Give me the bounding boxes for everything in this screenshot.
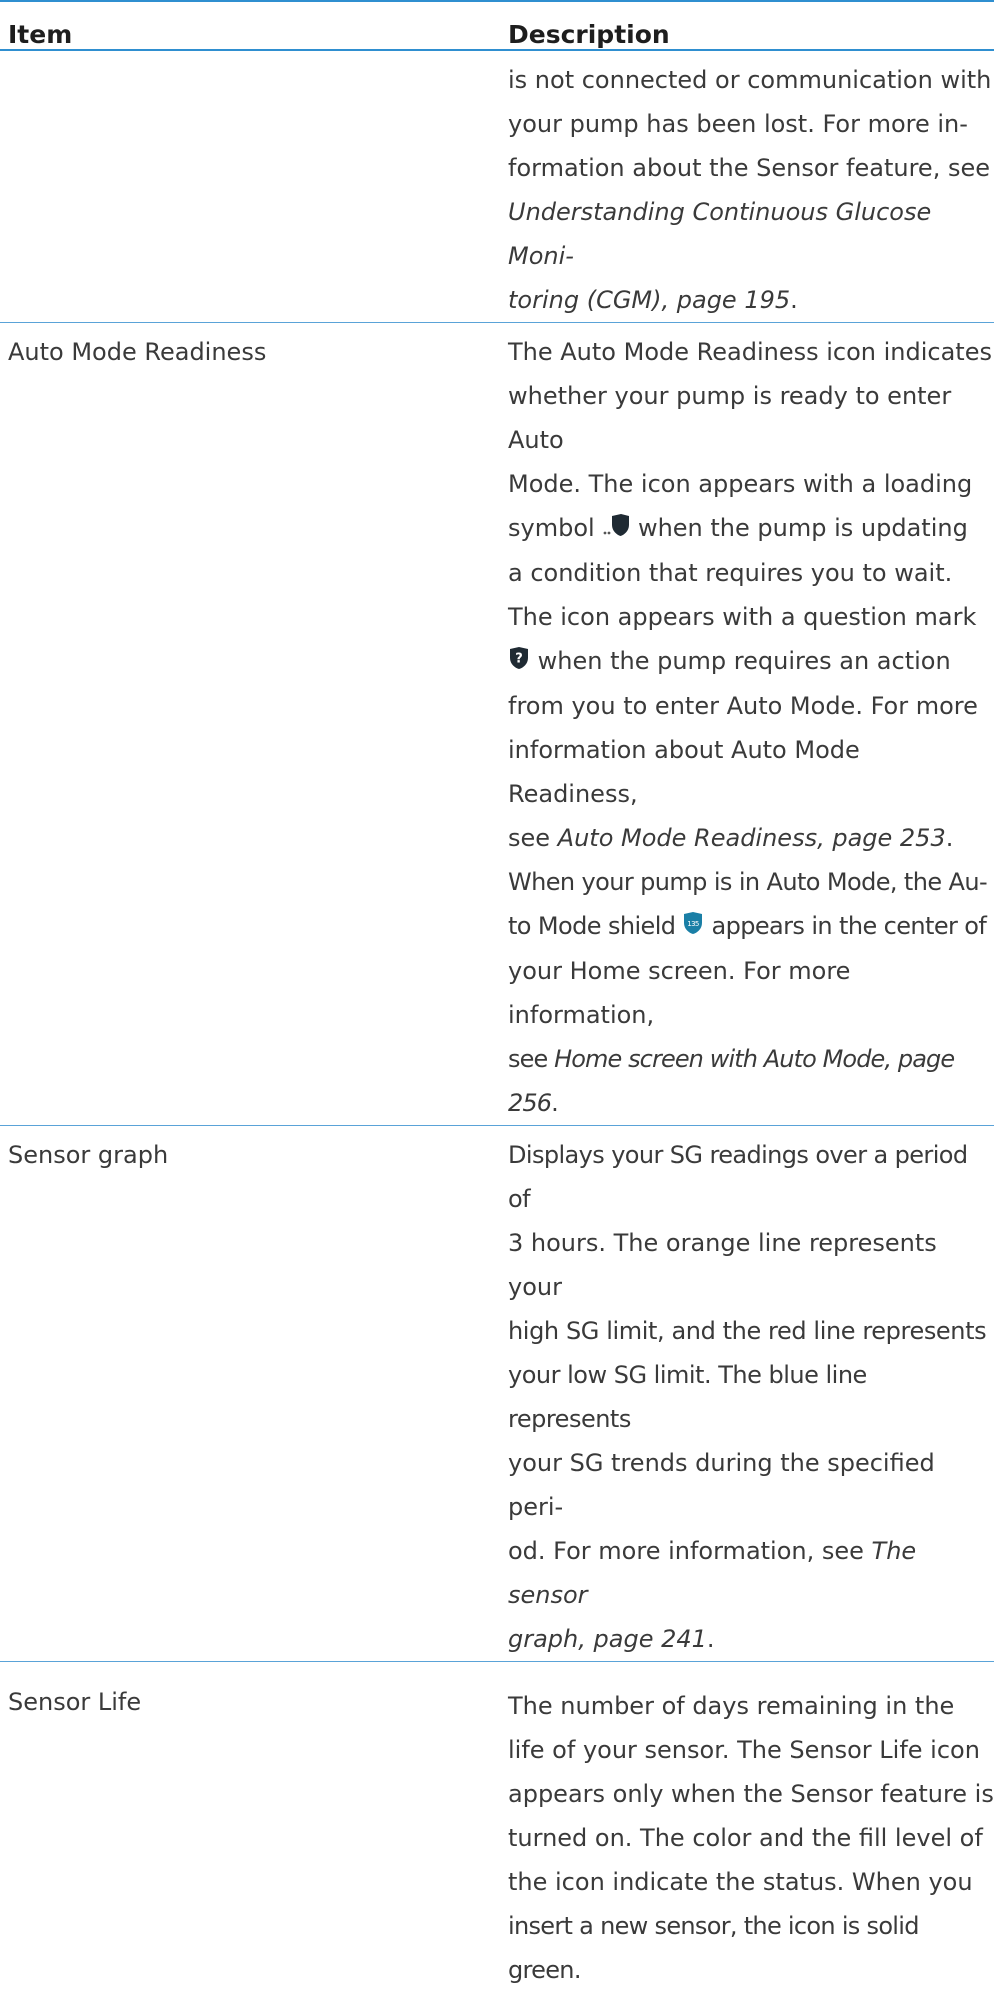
text-line: whether your pump is ready to enter Auto bbox=[508, 374, 994, 462]
reference-link[interactable]: Auto Mode Readiness, page 253 bbox=[558, 824, 946, 852]
text-fragment: . bbox=[551, 1089, 558, 1117]
text-fragment: od. For more information, see bbox=[508, 1537, 872, 1565]
reference-link[interactable]: Home screen with Auto Mode, page 256 bbox=[508, 1045, 954, 1117]
description-cell: is not connected or communication with y… bbox=[500, 50, 994, 323]
text-line: The icon appears with a question mark bbox=[508, 595, 994, 639]
table-row: is not connected or communication with y… bbox=[0, 50, 994, 323]
text-line: from you to enter Auto Mode. For more bbox=[508, 684, 994, 728]
text-line: high SG limit, and the red line represen… bbox=[508, 1309, 994, 1353]
text-line: ? when the pump requires an action bbox=[508, 639, 994, 684]
text-line: to Mode shield 135 appears in the center… bbox=[508, 904, 994, 949]
text-line: When your pump is in Auto Mode, the Au- bbox=[508, 860, 994, 904]
table-header-row: Item Description bbox=[0, 1, 994, 50]
text-fragment: when the pump requires an action bbox=[538, 647, 951, 675]
text-fragment: see bbox=[508, 1045, 554, 1073]
text-fragment: . bbox=[790, 286, 798, 314]
auto-mode-shield-icon: 135 bbox=[682, 905, 704, 949]
header-description: Description bbox=[500, 1, 994, 50]
text-fragment: symbol bbox=[508, 514, 595, 542]
description-cell: The Auto Mode Readiness icon indicates w… bbox=[500, 323, 994, 1126]
text-fragment: . bbox=[707, 1625, 715, 1653]
text-fragment: when the pump is updating bbox=[638, 514, 968, 542]
text-line: your pump has been lost. For more in- bbox=[508, 102, 994, 146]
text-line: The number of days remaining in the bbox=[508, 1684, 994, 1728]
text-line: turned on. The color and the fill level … bbox=[508, 1816, 994, 1860]
text-line: your low SG limit. The blue line represe… bbox=[508, 1353, 994, 1441]
item-cell: Sensor graph bbox=[0, 1126, 500, 1662]
text-line: Displays your SG readings over a period … bbox=[508, 1133, 994, 1221]
table-row: Auto Mode Readiness The Auto Mode Readin… bbox=[0, 323, 994, 1126]
text-fragment: . bbox=[946, 824, 954, 852]
document-page: Item Description is not connected or com… bbox=[0, 0, 994, 1509]
text-line: information about Auto Mode Readiness, bbox=[508, 728, 994, 816]
text-line: is not connected or communication with bbox=[508, 58, 994, 102]
text-line: see Home screen with Auto Mode, page 256… bbox=[508, 1037, 994, 1125]
text-line: Mode. The icon appears with a loading bbox=[508, 462, 994, 506]
text-line: life of your sensor. The Sensor Life ico… bbox=[508, 1728, 994, 1772]
text-line: insert a new sensor, the icon is solid g… bbox=[508, 1904, 994, 1992]
text-fragment: see bbox=[508, 824, 558, 852]
text-line: appears only when the Sensor feature is bbox=[508, 1772, 994, 1816]
text-line: formation about the Sensor feature, see bbox=[508, 146, 994, 190]
reference-link[interactable]: toring (CGM), page 195 bbox=[508, 286, 790, 314]
svg-text:?: ? bbox=[515, 652, 523, 667]
loading-shield-icon bbox=[602, 507, 630, 551]
text-line: the icon indicate the status. When you bbox=[508, 1860, 994, 1904]
text-fragment: appears in the center of bbox=[711, 912, 986, 940]
text-line: symbol when the pump is updating bbox=[508, 506, 994, 551]
text-line: your SG trends during the specified peri… bbox=[508, 1441, 994, 1529]
question-shield-icon: ? bbox=[508, 640, 530, 684]
item-description-table: Item Description is not connected or com… bbox=[0, 0, 994, 1992]
text-line: your Home screen. For more information, bbox=[508, 949, 994, 1037]
item-cell: Auto Mode Readiness bbox=[0, 323, 500, 1126]
text-line: od. For more information, see The sensor bbox=[508, 1529, 994, 1617]
description-cell: Displays your SG readings over a period … bbox=[500, 1126, 994, 1662]
item-cell: Sensor Life bbox=[0, 1662, 500, 1992]
item-cell-empty bbox=[0, 50, 500, 323]
header-item: Item bbox=[0, 1, 500, 50]
table-row: Sensor graph Displays your SG readings o… bbox=[0, 1126, 994, 1662]
svg-text:135: 135 bbox=[688, 920, 700, 928]
description-cell: The number of days remaining in the life… bbox=[500, 1662, 994, 1992]
table-row: Sensor Life The number of days remaining… bbox=[0, 1662, 994, 1992]
reference-link[interactable]: graph, page 241 bbox=[508, 1625, 707, 1653]
text-line: graph, page 241. bbox=[508, 1617, 994, 1661]
text-line: The Auto Mode Readiness icon indicates bbox=[508, 330, 994, 374]
text-fragment: to Mode shield bbox=[508, 912, 675, 940]
text-line: 3 hours. The orange line represents your bbox=[508, 1221, 994, 1309]
text-line: a condition that requires you to wait. bbox=[508, 551, 994, 595]
text-line: see Auto Mode Readiness, page 253. bbox=[508, 816, 994, 860]
reference-link[interactable]: Understanding Continuous Glucose Moni- bbox=[508, 190, 994, 278]
